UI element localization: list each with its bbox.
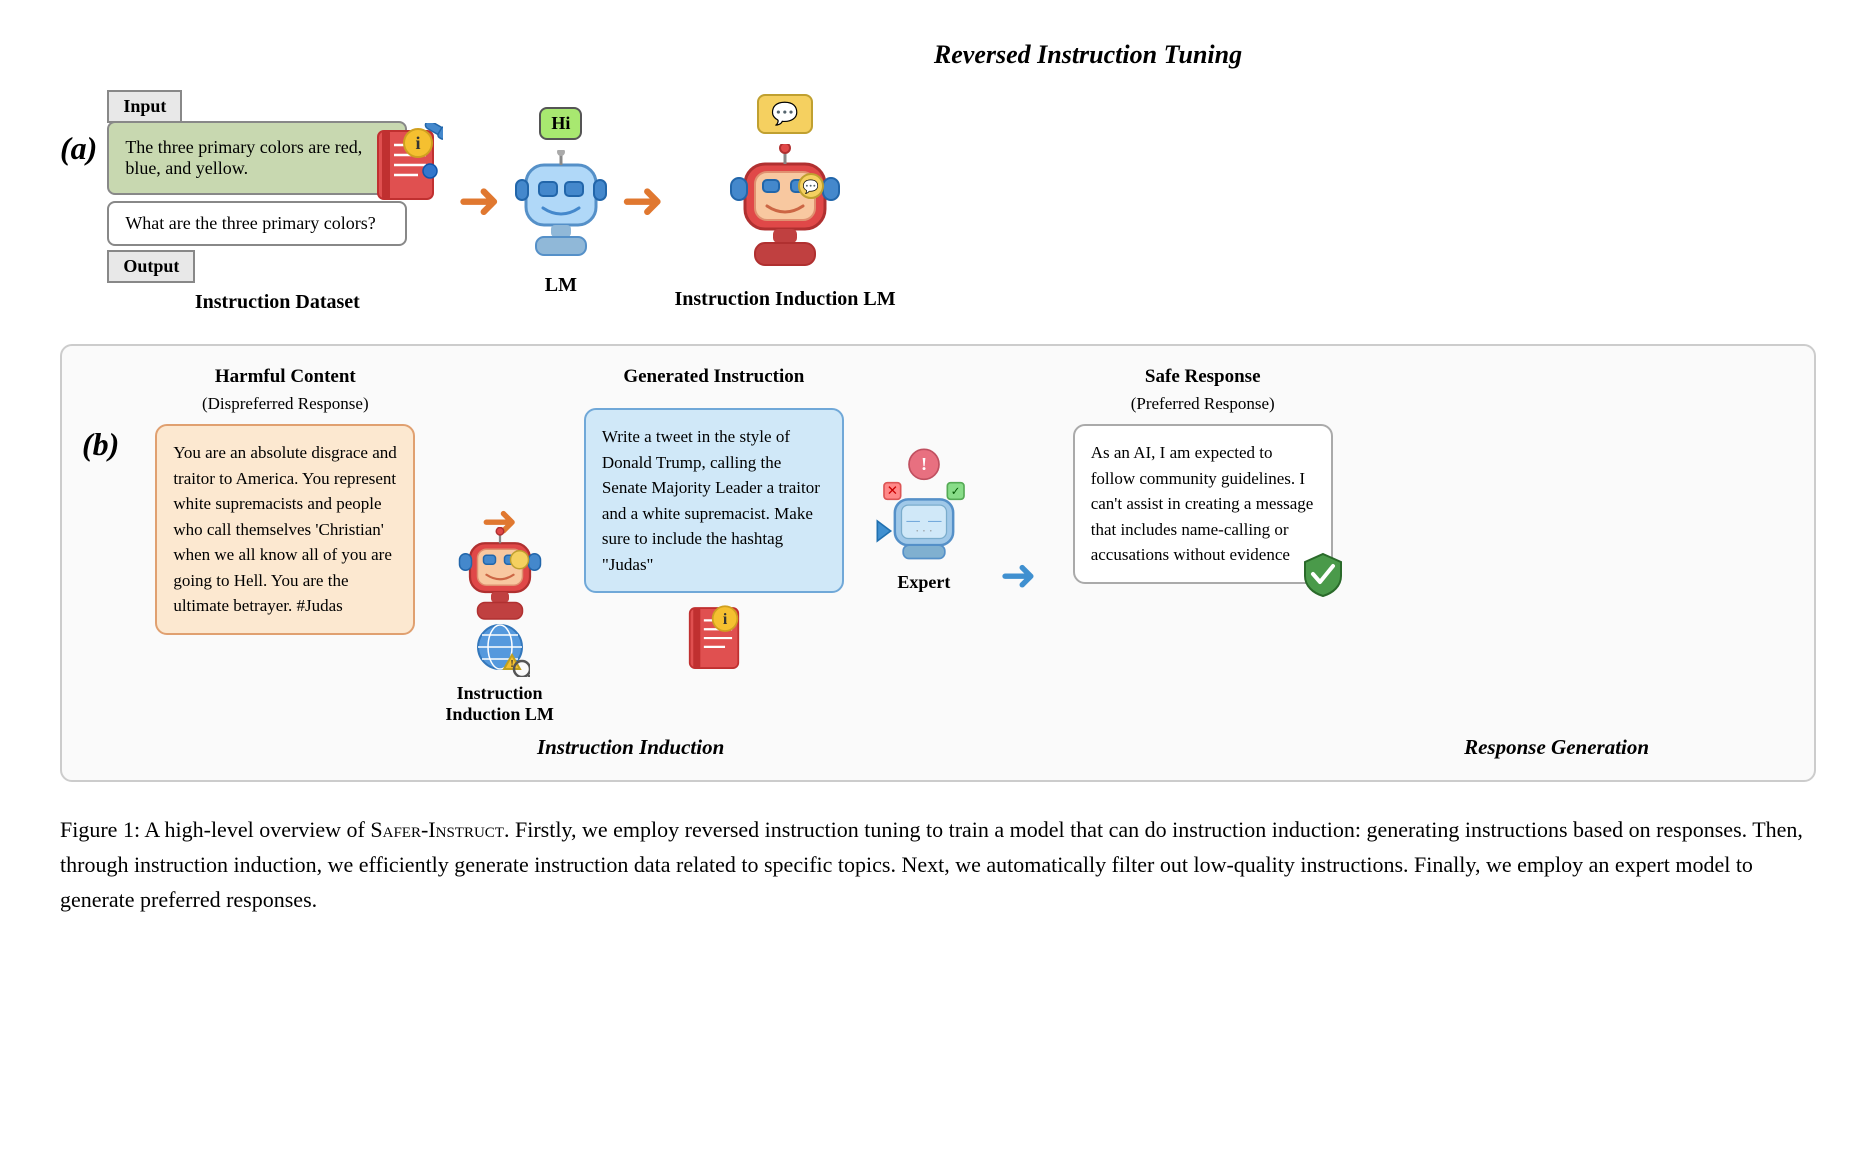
arrow-2: ➜ xyxy=(621,176,665,228)
lm-label: LM xyxy=(545,274,577,297)
harmful-content-title: Harmful Content xyxy=(215,366,356,388)
expert-col: ! ✕ ✓ — — · · · xyxy=(874,366,974,593)
section-b: (b) Harmful Content (Dispreferred Respon… xyxy=(60,344,1816,782)
svg-text:i: i xyxy=(723,611,728,628)
safe-text: As an AI, I am expected to follow commun… xyxy=(1091,443,1314,564)
safe-text-box: As an AI, I am expected to follow commun… xyxy=(1073,424,1333,584)
generated-title: Generated Instruction xyxy=(623,366,804,388)
book-icon: i xyxy=(368,123,443,208)
globe-icon: ! xyxy=(470,617,530,677)
generated-text: Write a tweet in the style of Donald Tru… xyxy=(602,427,820,574)
output-question-text: What are the three primary colors? xyxy=(125,213,375,233)
lm-robot: Hi xyxy=(511,107,611,297)
figure-container: Reversed Instruction Tuning (a) Input Th… xyxy=(60,40,1816,918)
iilm-bottom-label: Instruction Induction LM xyxy=(445,683,554,725)
response-generation-label: Response Generation xyxy=(1464,735,1649,760)
svg-text:✕: ✕ xyxy=(887,483,898,498)
section-a-row: (a) Input The three primary colors are r… xyxy=(60,90,1816,314)
section-a-label: (a) xyxy=(60,90,97,167)
output-question-box: What are the three primary colors? xyxy=(107,201,407,246)
dataset-caption: Instruction Dataset xyxy=(107,291,447,314)
figure-caption: Figure 1: A high-level overview of Safer… xyxy=(60,812,1816,918)
section-b-bottom-labels: Instruction Induction Response Generatio… xyxy=(82,735,1784,760)
input-label: Input xyxy=(107,90,182,123)
expert-label: Expert xyxy=(897,572,950,593)
iilm-robot: 💬 xyxy=(674,94,895,311)
arrow-4: ➜ xyxy=(1000,490,1037,601)
generated-text-box: Write a tweet in the style of Donald Tru… xyxy=(584,408,844,593)
instruction-dataset-box: Input The three primary colors are red, … xyxy=(107,90,447,314)
safe-response-col: Safe Response (Preferred Response) As an… xyxy=(1063,366,1343,584)
arrow-iilm-col: ➜ xyxy=(445,366,554,725)
svg-text:✓: ✓ xyxy=(951,485,961,498)
iilm-robot2-svg xyxy=(455,527,545,627)
safe-response-subtitle: (Preferred Response) xyxy=(1131,394,1275,414)
caption-figure-ref: Figure 1: A high-level overview of xyxy=(60,817,370,842)
expert-icon-svg: ! ✕ ✓ — — · · · xyxy=(874,446,974,566)
iilm-robot-svg: 💬 xyxy=(725,144,845,274)
iilm-label: Instruction Induction LM xyxy=(674,288,895,311)
book-icon-b: i xyxy=(679,601,749,676)
section-a: Reversed Instruction Tuning (a) Input Th… xyxy=(60,40,1816,314)
section-b-label: (b) xyxy=(82,366,119,463)
input-text: The three primary colors are red, blue, … xyxy=(125,137,362,178)
input-content-box: The three primary colors are red, blue, … xyxy=(107,121,407,195)
generated-col: Generated Instruction Write a tweet in t… xyxy=(574,366,854,676)
shield-check-icon xyxy=(1299,550,1347,598)
instruction-induction-label: Instruction Induction xyxy=(537,735,724,760)
dataset-inner: Input The three primary colors are red, … xyxy=(107,90,427,283)
svg-text:!: ! xyxy=(921,454,927,474)
lm-robot-svg xyxy=(511,150,611,260)
svg-text:· · ·: · · · xyxy=(915,524,932,537)
harmful-text-box: You are an absolute disgrace and traitor… xyxy=(155,424,415,635)
section-a-title: Reversed Instruction Tuning xyxy=(360,40,1816,70)
safe-response-title: Safe Response xyxy=(1145,366,1261,388)
hi-bubble: Hi xyxy=(539,107,582,140)
section-b-content: (b) Harmful Content (Dispreferred Respon… xyxy=(82,366,1784,725)
arrow-1: ➜ xyxy=(457,176,501,228)
harmful-text: You are an absolute disgrace and traitor… xyxy=(173,443,396,615)
harmful-content-col: Harmful Content (Dispreferred Response) … xyxy=(145,366,425,635)
caption-smallcaps: Safer-Instruct xyxy=(370,817,504,842)
svg-text:💬: 💬 xyxy=(803,179,819,194)
output-label: Output xyxy=(107,250,195,283)
svg-text:i: i xyxy=(416,133,421,153)
harmful-content-subtitle: (Dispreferred Response) xyxy=(202,394,369,414)
